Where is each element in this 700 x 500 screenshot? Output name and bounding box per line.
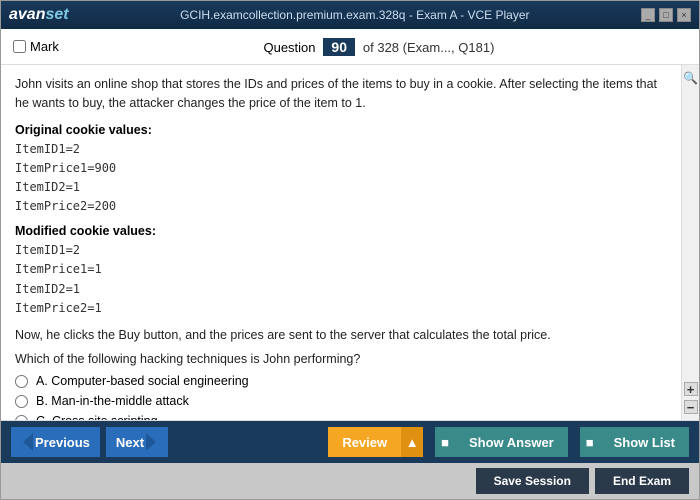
maximize-button[interactable]: □	[659, 8, 673, 22]
option-b-radio[interactable]	[15, 395, 28, 408]
prompt-text: Which of the following hacking technique…	[15, 352, 671, 366]
previous-button[interactable]: Previous	[11, 427, 100, 457]
show-list-button-group: ■ Show List	[580, 427, 689, 457]
title-bar: avanset GCIH.examcollection.premium.exam…	[1, 1, 699, 29]
mark-area: Mark	[13, 39, 59, 54]
show-answer-button[interactable]: Show Answer	[455, 427, 568, 457]
show-list-icon-button[interactable]: ■	[580, 427, 600, 457]
option-a-label: A. Computer-based social engineering	[36, 374, 249, 388]
review-button[interactable]: Review	[328, 427, 401, 457]
minimize-button[interactable]: _	[641, 8, 655, 22]
end-exam-label: End Exam	[613, 474, 671, 488]
modified-cookie-section: Modified cookie values: ItemID1=2 ItemPr…	[15, 224, 671, 318]
action-text: Now, he clicks the Buy button, and the p…	[15, 328, 671, 342]
prev-arrow-icon	[23, 433, 33, 451]
original-cookie-title: Original cookie values:	[15, 123, 671, 137]
mod-val-2: ItemPrice1=1	[15, 260, 671, 279]
next-label: Next	[116, 435, 144, 450]
question-label: Question	[263, 40, 315, 55]
orig-val-1: ItemID1=2	[15, 140, 671, 159]
orig-val-4: ItemPrice2=200	[15, 197, 671, 216]
save-session-button[interactable]: Save Session	[476, 468, 589, 494]
window-title: GCIH.examcollection.premium.exam.328q - …	[69, 8, 641, 22]
next-button-group: Next	[106, 427, 168, 457]
orig-val-2: ItemPrice1=900	[15, 159, 671, 178]
nav-bar: Previous Next Review ▲ ■ Show Answer ■	[1, 421, 699, 463]
content-area: John visits an online shop that stores t…	[1, 65, 699, 421]
close-button[interactable]: ×	[677, 8, 691, 22]
mod-val-4: ItemPrice2=1	[15, 299, 671, 318]
mod-val-3: ItemID2=1	[15, 280, 671, 299]
show-answer-button-group: ■ Show Answer	[435, 427, 568, 457]
scrollbar-right: 🔍 + −	[681, 65, 699, 420]
main-window: avanset GCIH.examcollection.premium.exam…	[0, 0, 700, 500]
previous-label: Previous	[35, 435, 90, 450]
question-number-area: Question 90 of 328 (Exam..., Q181)	[71, 38, 687, 56]
zoom-in-button[interactable]: +	[684, 382, 698, 396]
app-logo: avanset	[9, 6, 69, 24]
prev-button-group: Previous	[11, 427, 100, 457]
option-b: B. Man-in-the-middle attack	[15, 394, 671, 408]
window-controls: _ □ ×	[641, 8, 691, 22]
mark-checkbox[interactable]	[13, 40, 26, 53]
modified-cookie-title: Modified cookie values:	[15, 224, 671, 238]
search-icon[interactable]: 🔍	[683, 71, 698, 85]
next-button[interactable]: Next	[106, 427, 168, 457]
show-answer-label: Show Answer	[469, 435, 554, 450]
question-text: John visits an online shop that stores t…	[15, 75, 671, 113]
question-total: of 328 (Exam..., Q181)	[363, 40, 495, 55]
question-number: 90	[323, 38, 355, 56]
option-a-radio[interactable]	[15, 375, 28, 388]
option-c: C. Cross site scripting	[15, 414, 671, 421]
mod-val-1: ItemID1=2	[15, 241, 671, 260]
save-session-label: Save Session	[494, 474, 571, 488]
mark-label: Mark	[30, 39, 59, 54]
show-answer-icon-button[interactable]: ■	[435, 427, 455, 457]
question-header: Mark Question 90 of 328 (Exam..., Q181)	[1, 29, 699, 65]
show-list-button[interactable]: Show List	[600, 427, 689, 457]
review-label: Review	[342, 435, 387, 450]
option-b-label: B. Man-in-the-middle attack	[36, 394, 189, 408]
zoom-controls: + −	[684, 382, 698, 414]
option-c-label: C. Cross site scripting	[36, 414, 158, 421]
show-list-label: Show List	[614, 435, 675, 450]
options-list: A. Computer-based social engineering B. …	[15, 374, 671, 421]
modified-cookie-values: ItemID1=2 ItemPrice1=1 ItemID2=1 ItemPri…	[15, 241, 671, 318]
zoom-out-button[interactable]: −	[684, 400, 698, 414]
option-c-radio[interactable]	[15, 415, 28, 422]
review-dropdown-button[interactable]: ▲	[401, 427, 423, 457]
option-a: A. Computer-based social engineering	[15, 374, 671, 388]
original-cookie-section: Original cookie values: ItemID1=2 ItemPr…	[15, 123, 671, 217]
next-arrow-icon	[146, 433, 156, 451]
orig-val-3: ItemID2=1	[15, 178, 671, 197]
original-cookie-values: ItemID1=2 ItemPrice1=900 ItemID2=1 ItemP…	[15, 140, 671, 217]
session-bar: Save Session End Exam	[1, 463, 699, 499]
end-exam-button[interactable]: End Exam	[595, 468, 689, 494]
review-button-group: Review ▲	[328, 427, 423, 457]
